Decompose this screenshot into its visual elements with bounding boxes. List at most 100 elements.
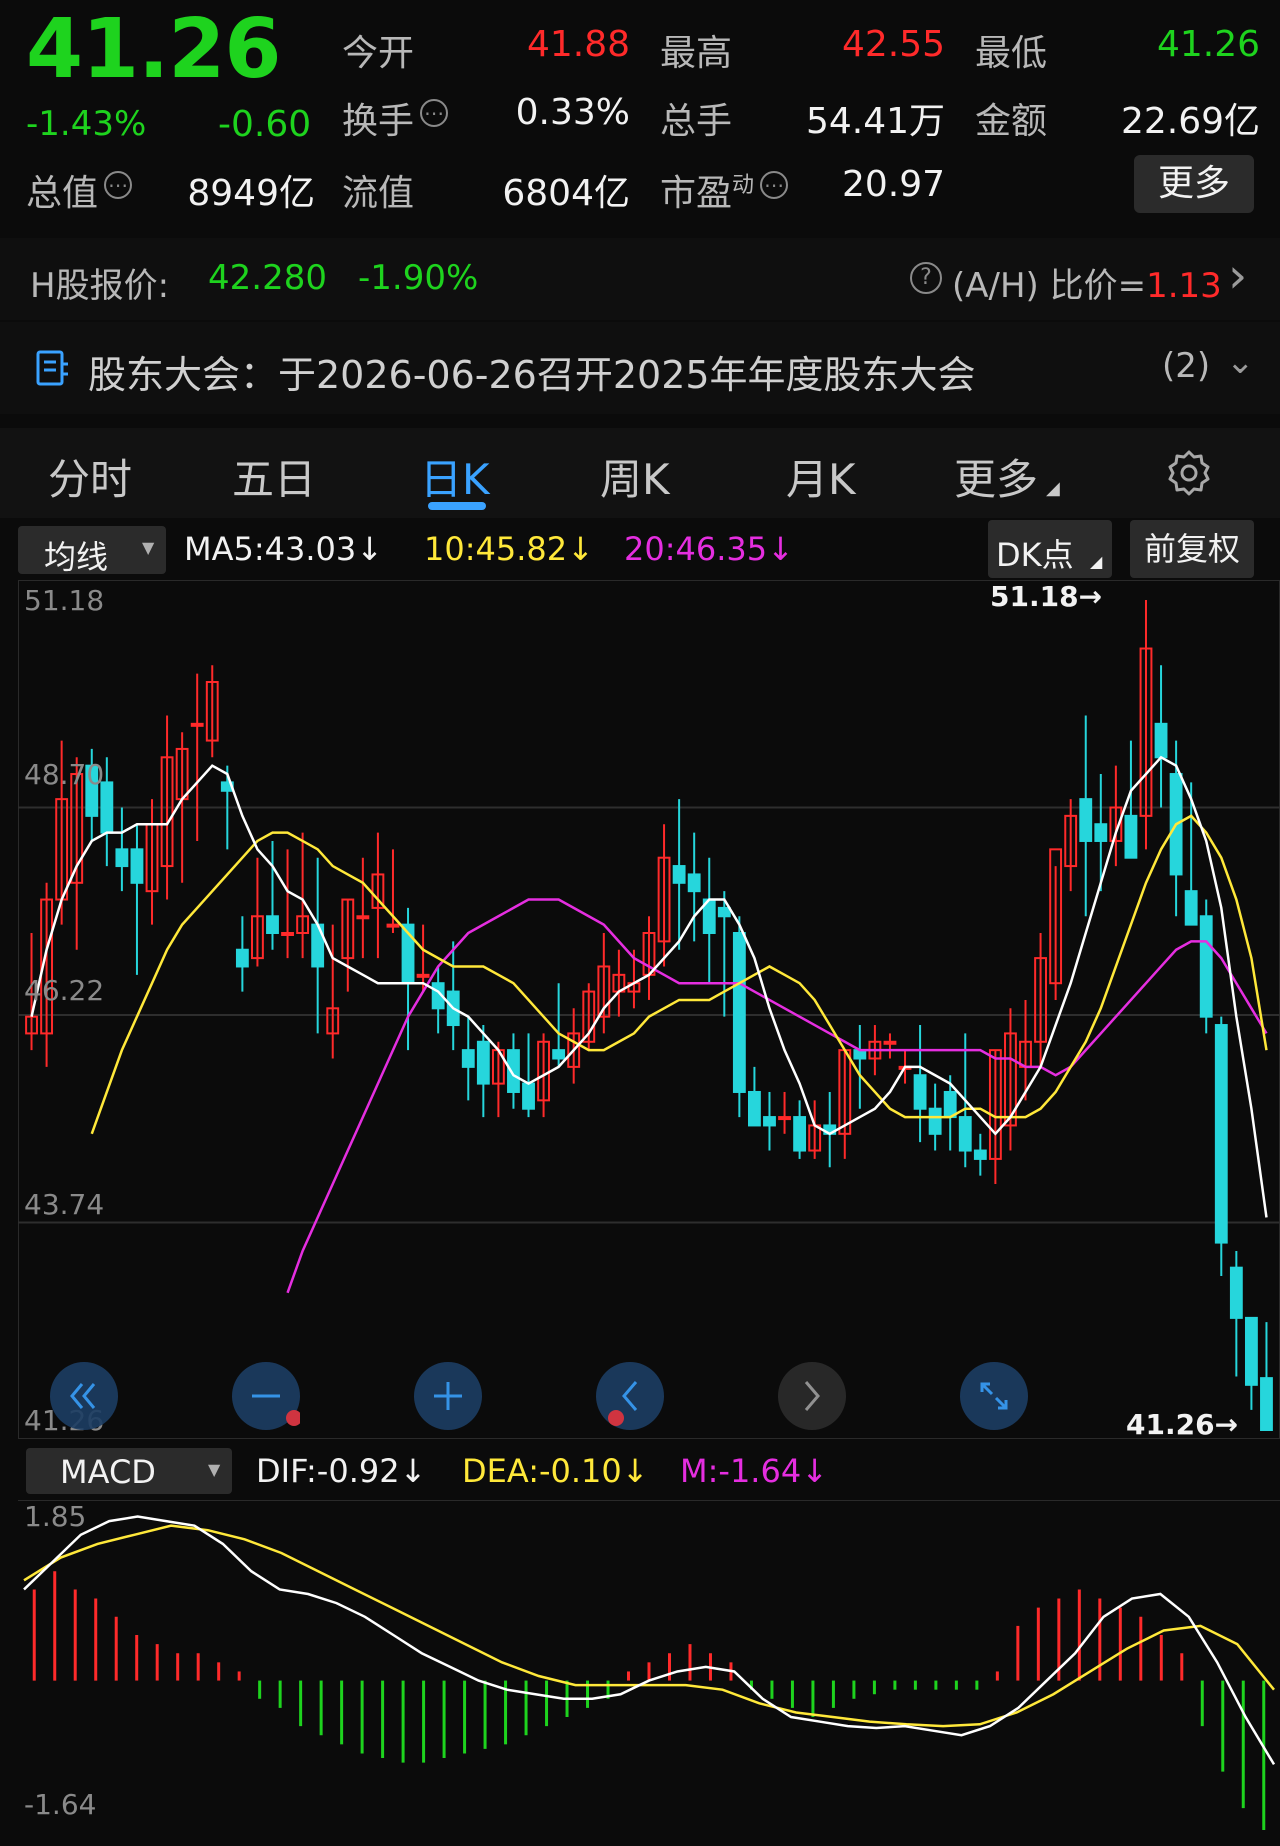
dea-value: DEA:-0.10↓ [462,1452,649,1490]
zoom-in-icon [434,1382,462,1410]
left-icon [608,1381,638,1426]
macd-axis-top: 1.85 [24,1500,87,1533]
fullscreen-button[interactable] [960,1362,1028,1430]
candle-body [1199,915,1213,1018]
candle-body [115,848,129,868]
y-axis-l4: 43.74 [24,1188,105,1221]
candle-body [1154,722,1168,759]
info-icon[interactable]: ⋯ [760,171,789,199]
shareholder-meeting-notice[interactable]: 股东大会：于2026-06-26召开2025年年度股东大会 (2) ⌄ [0,322,1280,414]
candle-body [1184,890,1198,926]
tab-weekly[interactable]: 周K [600,446,670,507]
chevron-down-icon[interactable]: ⌄ [1226,342,1255,382]
candle-body [266,915,279,935]
tab-daily[interactable]: 日K [420,446,490,507]
last-price: 41.26 [26,2,281,97]
candle-body [928,1107,942,1135]
info-icon[interactable]: ⋯ [104,171,133,199]
candle-body [552,1049,566,1060]
low-label: 最低 [975,33,1048,74]
float-label: 流值 [342,173,415,214]
low-value: 41.26 [1156,24,1260,65]
candle-body [416,973,430,978]
tab-five-day[interactable]: 五日 [232,446,316,507]
h-share-label: H股报价: [30,266,170,306]
candle-body [386,923,400,928]
ma5-value: MA5:43.03↓ [184,530,384,568]
high-label: 最高 [660,33,733,74]
candle-body [763,1116,776,1127]
amount-value: 22.69亿 [1120,101,1260,142]
amount-label: 金额 [975,101,1048,142]
more-quote-button[interactable]: 更多 [1134,155,1254,213]
pe-label: 市盈动 ⋯ [660,164,789,216]
ma10-value: 10:45.82↓ [424,530,594,568]
expand-icon [980,1382,1008,1410]
candle-body [1079,798,1093,842]
m-value: M:-1.64↓ [680,1452,828,1490]
h-share-price: 42.280 [208,258,327,298]
candle-body [235,948,249,968]
scroll-start-button[interactable] [50,1362,118,1430]
macd-chart[interactable] [18,1500,1280,1840]
right-icon [804,1381,820,1411]
ma-selector[interactable]: 均线 ▼ [18,526,166,576]
candle-body [281,932,294,937]
candle-body [1094,823,1108,842]
mktcap-label: 总值 ⋯ [26,164,133,216]
candle-body [793,1116,807,1152]
candle-body [853,1049,867,1060]
open-label: 今开 [342,33,415,74]
candle-body [973,1149,987,1160]
candlestick-chart[interactable] [18,580,1280,1440]
info-icon[interactable]: ⋯ [420,99,449,127]
tab-intraday[interactable]: 分时 [48,446,132,507]
ah-ratio: (A/H) 比价=1.13 [952,266,1222,306]
y-axis-top: 51.18 [24,584,105,617]
candle-body [958,1116,972,1152]
candle-body [1214,1024,1228,1244]
zoom-out-button[interactable] [232,1362,302,1430]
adjust-button[interactable]: 前复权 [1130,520,1254,578]
move-right-button[interactable] [778,1362,846,1430]
macd-axis-bottom: -1.64 [24,1788,97,1821]
candle-body [913,1074,927,1110]
active-tab-indicator [428,502,486,510]
candle-body [687,873,701,893]
document-icon [36,350,68,386]
turnover-value: 0.33% [515,92,630,133]
candle-body [748,1090,761,1127]
notice-count: (2) [1162,346,1211,386]
max-price-marker: 51.18→ [990,580,1103,613]
candle-body [732,932,746,1093]
zoom-in-button[interactable] [414,1362,482,1430]
y-axis-l2: 48.70 [24,758,105,791]
macd-selector[interactable]: MACD ▼ [26,1448,232,1494]
dk-points-button[interactable]: DK点 ◢ [988,520,1112,578]
double-left-icon [70,1383,96,1409]
move-left-button[interactable] [596,1362,664,1430]
gear-icon[interactable] [1164,448,1214,498]
ma20-value: 20:46.35↓ [624,530,794,568]
turnover-label: 换手 ⋯ [342,92,449,144]
tab-more[interactable]: 更多 ◢ [954,446,1060,507]
pe-value: 20.97 [841,164,945,205]
chart-period-tabs: 分时 五日 日K 周K 月K 更多 ◢ [0,428,1280,518]
dea-line [23,1524,1275,1728]
help-icon[interactable]: ? [910,262,942,294]
candle-body [190,722,204,727]
candle-body [522,1082,535,1110]
mktcap-value: 8949亿 [187,173,315,214]
h-share-row[interactable]: H股报价: 42.280 -1.90% ? (A/H) 比价=1.13 › [0,238,1280,320]
volume-label: 总手 [660,101,733,142]
volume-value: 54.41万 [805,101,945,142]
candle-body [943,1090,957,1119]
candle-body [672,865,686,884]
candle-body [1260,1377,1273,1431]
candle-body [1229,1266,1243,1319]
candle-body [476,1040,490,1085]
chevron-right-icon[interactable]: › [1228,248,1247,304]
tab-monthly[interactable]: 月K [786,446,856,507]
candle-body [883,1040,897,1045]
zoom-out-icon [252,1394,302,1426]
